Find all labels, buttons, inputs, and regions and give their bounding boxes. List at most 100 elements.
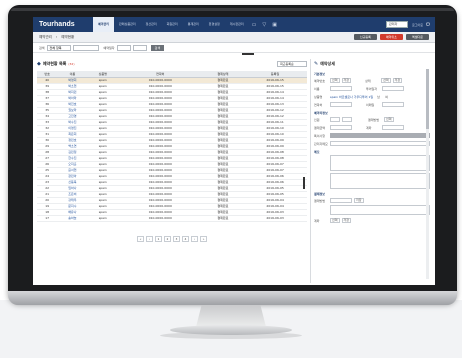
field-label: 계좌: [314, 218, 320, 223]
form-row: 예약번호 선택 저장 상태 선택 저장: [314, 77, 431, 84]
filter-icon[interactable]: ▽: [259, 22, 269, 28]
menu-item-stats[interactable]: 통계관리: [183, 17, 204, 32]
payment-save-button[interactable]: 저장: [354, 198, 364, 203]
field-label: 결제방법: [314, 198, 326, 203]
form-row: 인원 결제방법 선택: [314, 116, 431, 123]
save-button-2[interactable]: 저장: [392, 78, 403, 83]
list-title: 예약현황 목록: [42, 61, 67, 66]
field-label: 결제금액: [314, 125, 326, 130]
list-header: ◆ 예약현황 목록 (32) 최근등록순: [37, 59, 307, 69]
page-button[interactable]: 2: [164, 235, 171, 242]
detail-panel: ✎ 예약상세 기본정보 예약번호 선택 저장 상태 선택 저장 이름 투어일자 …: [314, 59, 431, 285]
panel-resize-handle[interactable]: [242, 53, 254, 55]
cancel-reservation-button[interactable]: 예약취소: [379, 34, 403, 40]
monitor-stand-base: [170, 325, 292, 335]
table-cell: 010-0000-0000: [117, 215, 203, 222]
form-row: 연락처 이메일: [314, 101, 431, 108]
payment-note-textarea[interactable]: [330, 205, 430, 215]
section-person: 예약자정보: [314, 111, 328, 115]
method-select[interactable]: 선택: [384, 117, 394, 122]
form-row: 특이사항: [314, 132, 431, 139]
form-row: 상품명 spain 바르셀로나 가우디투어 1일 남 여: [314, 93, 431, 100]
date-start-input[interactable]: [116, 44, 131, 51]
field-label: 투어일자: [366, 86, 378, 91]
phone-field[interactable]: [330, 102, 352, 107]
status-select[interactable]: 선택: [330, 78, 340, 83]
monitor-icon[interactable]: ▭: [249, 22, 260, 28]
monitor-stand-neck: [196, 305, 266, 327]
excel-download-button[interactable]: 엑셀다운: [405, 34, 429, 40]
email-field[interactable]: [382, 102, 404, 107]
top-navigation-bar: Tourhands 예약관리 판매상품관리 정산관리 회원관리 통계관리 환경설…: [33, 17, 435, 32]
people-field[interactable]: [330, 117, 340, 122]
page-button[interactable]: ›: [191, 235, 198, 242]
form-row: 계좌 선택 저장: [314, 217, 431, 224]
new-button[interactable]: 신규등록: [353, 34, 377, 40]
date-end-input[interactable]: [132, 44, 147, 51]
table-row[interactable]: 17 송하늘 spain 010-0000-0000 결제완료 2016-06-03: [37, 215, 307, 222]
menu-item-reservation[interactable]: 예약관리: [93, 17, 115, 32]
radio-label[interactable]: 여: [385, 95, 393, 99]
filter-select[interactable]: 전체 항목: [46, 44, 71, 51]
breadcrumb-item: 예약현황: [61, 34, 75, 39]
search-button[interactable]: 검색: [150, 44, 165, 51]
memo-textarea-2[interactable]: [330, 173, 430, 189]
table-cell: 17: [37, 215, 58, 222]
field-label: 예약번호: [314, 78, 326, 83]
sort-select[interactable]: 최근등록순: [277, 61, 307, 67]
table-cell[interactable]: 송하늘: [57, 215, 88, 222]
memo-textarea[interactable]: [330, 155, 430, 171]
menu-item-settlement[interactable]: 정산관리: [141, 17, 162, 32]
save-button[interactable]: 저장: [341, 78, 352, 83]
app-logo[interactable]: Tourhands: [33, 21, 93, 28]
scrollbar-thumb[interactable]: [426, 69, 429, 129]
logout-link[interactable]: 로그아웃: [412, 23, 423, 27]
vertical-resize-handle[interactable]: [303, 177, 305, 189]
field-label: 상품명: [314, 94, 323, 99]
users-icon: ◆: [37, 61, 41, 67]
menu-item-board[interactable]: 게시판관리: [225, 17, 249, 32]
people-field-2[interactable]: [342, 117, 352, 122]
form-row: 이름 투어일자: [314, 85, 431, 92]
page-button[interactable]: «: [137, 235, 144, 242]
payment-field[interactable]: [330, 198, 352, 203]
account-field[interactable]: [382, 125, 404, 130]
menu-item-products[interactable]: 판매상품관리: [114, 17, 141, 32]
chevron-right-icon: ›: [55, 35, 58, 39]
menu-item-members[interactable]: 회원관리: [162, 17, 183, 32]
pagination: «‹ 1 2 3 4 ›»: [37, 235, 307, 242]
bottom-save-button[interactable]: 저장: [341, 218, 352, 223]
admin-memo-field[interactable]: [330, 141, 430, 146]
breadcrumb-item[interactable]: 예약관리: [39, 35, 52, 40]
disabled-field: [330, 133, 430, 138]
admin-select[interactable]: 관리자: [385, 21, 408, 28]
page-button[interactable]: ‹: [146, 235, 153, 242]
power-icon[interactable]: ⏻: [426, 22, 430, 28]
panel-divider: [310, 59, 311, 283]
amount-field[interactable]: [330, 125, 352, 130]
lock-icon[interactable]: ▣: [269, 22, 280, 28]
radio-label[interactable]: 남: [377, 95, 385, 99]
field-label: 연락처: [314, 102, 323, 107]
form-row: 결제방법 저장: [314, 197, 431, 204]
form-row: 결제금액 계좌: [314, 124, 431, 131]
table-cell: 결제완료: [202, 215, 244, 222]
field-label: 이메일: [366, 102, 375, 107]
name-field[interactable]: [330, 86, 352, 91]
product-link[interactable]: spain 바르셀로나 가우디투어 1일: [330, 95, 373, 99]
tour-date-field[interactable]: [382, 86, 404, 91]
page-button[interactable]: »: [200, 235, 207, 242]
status-select-2[interactable]: 선택: [381, 78, 391, 83]
list-count: (32): [68, 62, 75, 66]
menu-item-settings[interactable]: 환경설정: [204, 17, 225, 32]
bottom-select[interactable]: 선택: [330, 218, 340, 223]
table-cell: 2016-06-03: [243, 215, 307, 222]
search-input[interactable]: [72, 44, 99, 51]
monitor-screen: Tourhands 예약관리 판매상품관리 정산관리 회원관리 통계관리 환경설…: [33, 17, 435, 285]
filter-bar: 검색 전체 항목 예약일자 검색: [33, 43, 435, 53]
field-label: 관리자메모: [314, 141, 328, 146]
page-button[interactable]: 3: [173, 235, 180, 242]
detail-scrollbar[interactable]: [426, 69, 429, 279]
page-button[interactable]: 4: [182, 235, 189, 242]
page-button[interactable]: 1: [155, 235, 162, 242]
